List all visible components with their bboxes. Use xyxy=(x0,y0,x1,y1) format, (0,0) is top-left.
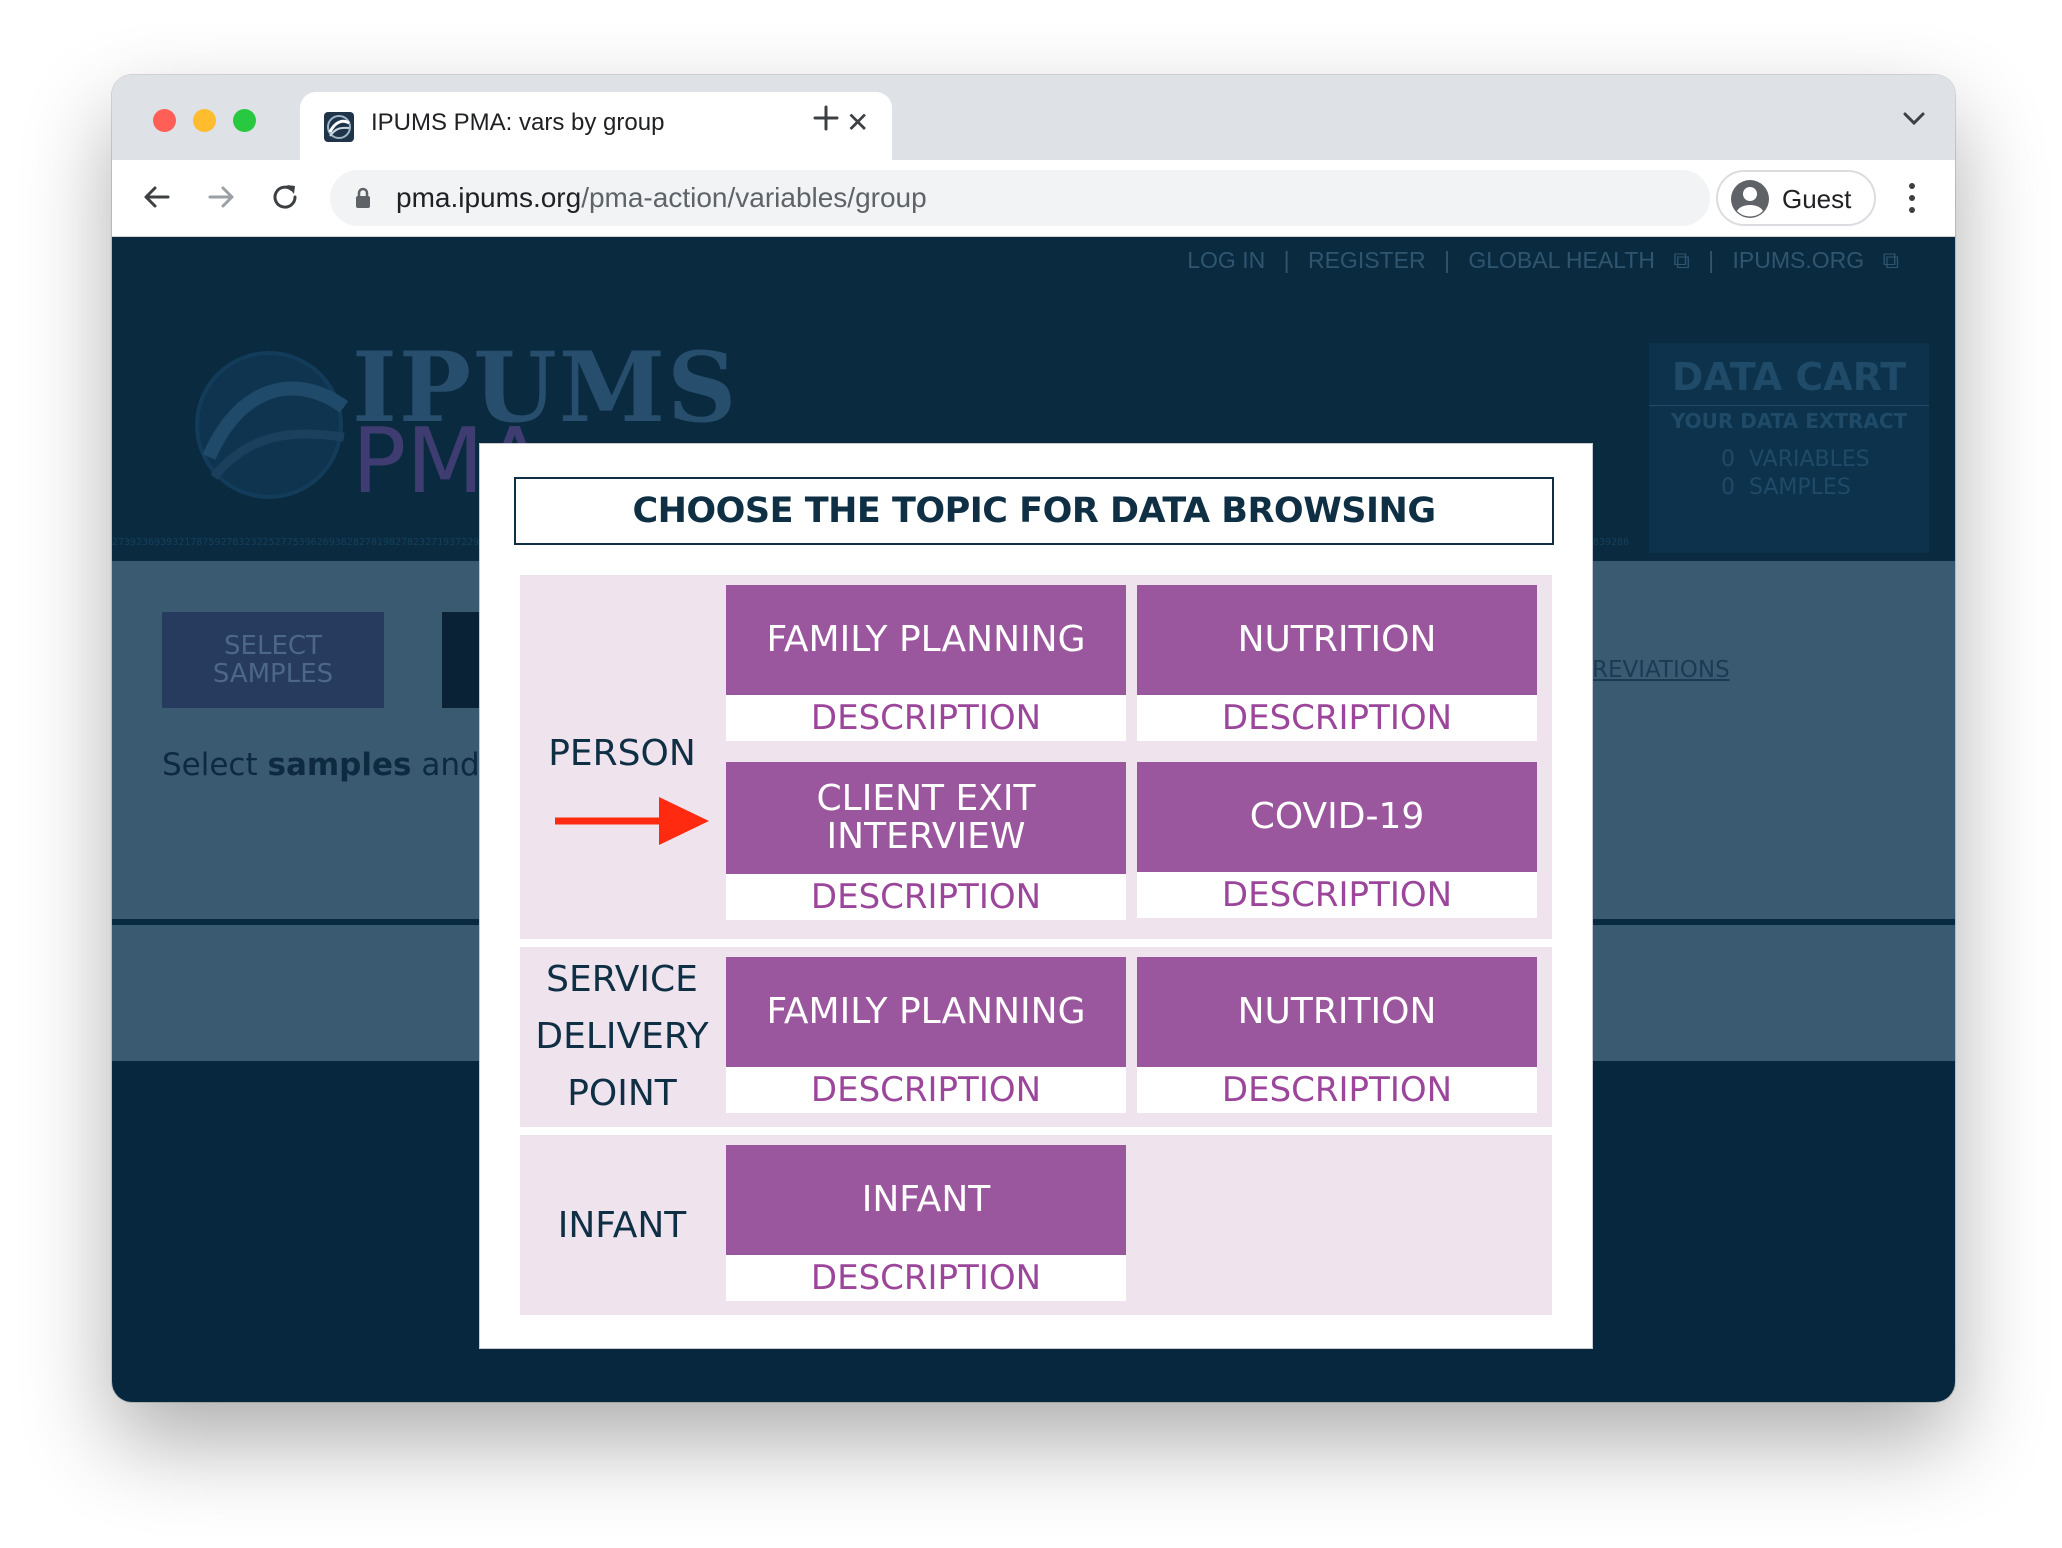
description-link[interactable]: DESCRIPTION xyxy=(726,1067,1126,1113)
tile-person-covid-19[interactable]: COVID-19 DESCRIPTION xyxy=(1137,762,1537,918)
ipums-favicon-icon xyxy=(324,112,354,142)
browser-tab[interactable]: IPUMS PMA: vars by group ✕ xyxy=(300,92,892,160)
tile-sdp-family-planning[interactable]: FAMILY PLANNING DESCRIPTION xyxy=(726,957,1126,1113)
data-cart-title: DATA CART xyxy=(1671,355,1907,399)
description-link[interactable]: DESCRIPTION xyxy=(1137,695,1537,741)
tile-label[interactable]: NUTRITION xyxy=(1137,957,1537,1067)
address-bar[interactable]: pma.ipums.org/pma-action/variables/group xyxy=(330,170,1710,226)
url-path: /pma-action/variables/group xyxy=(581,182,927,213)
tile-sdp-nutrition[interactable]: NUTRITION DESCRIPTION xyxy=(1137,957,1537,1113)
tile-person-nutrition[interactable]: NUTRITION DESCRIPTION xyxy=(1137,585,1537,741)
select-instructions: Select samples and va xyxy=(162,747,531,783)
tile-label[interactable]: NUTRITION xyxy=(1137,585,1537,695)
profile-label: Guest xyxy=(1782,184,1852,214)
group-label-service-delivery-point: SERVICE DELIVERY POINT xyxy=(535,959,709,1114)
select-text-prefix: Select xyxy=(162,747,268,783)
tab-strip: IPUMS PMA: vars by group ✕ xyxy=(112,75,1955,160)
minimize-window-button[interactable] xyxy=(193,109,216,132)
tab-title: IPUMS PMA: vars by group xyxy=(371,109,665,136)
data-cart[interactable]: DATA CART YOUR DATA EXTRACT 0 VARIABLES … xyxy=(1649,343,1929,553)
account-icon xyxy=(1731,180,1769,218)
tab-search-chevron-icon[interactable] xyxy=(1902,111,1926,127)
tile-person-family-planning[interactable]: FAMILY PLANNING DESCRIPTION xyxy=(726,585,1126,741)
new-tab-plus-icon[interactable] xyxy=(809,101,843,135)
nav-separator: | xyxy=(1708,247,1715,273)
nav-separator: | xyxy=(1443,247,1450,273)
global-health-link[interactable]: GLOBAL HEALTH xyxy=(1468,247,1655,273)
tile-label[interactable]: CLIENT EXIT INTERVIEW xyxy=(726,762,1126,874)
tile-label[interactable]: COVID-19 xyxy=(1137,762,1537,872)
samples-count: 0 xyxy=(1721,475,1735,500)
description-link[interactable]: DESCRIPTION xyxy=(1137,1067,1537,1113)
login-link[interactable]: LOG IN xyxy=(1187,247,1265,273)
reload-icon[interactable] xyxy=(268,180,302,214)
external-link-icon: ⧉ xyxy=(1673,247,1690,273)
nav-separator: | xyxy=(1283,247,1290,273)
url-host: pma.ipums.org xyxy=(396,182,582,213)
description-link[interactable]: DESCRIPTION xyxy=(726,1255,1126,1301)
forward-arrow-icon[interactable] xyxy=(204,180,238,214)
samples-label: SAMPLES xyxy=(1749,475,1851,500)
data-cart-divider xyxy=(1649,405,1929,406)
group-infant: INFANT INFANT DESCRIPTION xyxy=(520,1135,1552,1315)
utility-nav: LOG IN | REGISTER | GLOBAL HEALTH ⧉ | IP… xyxy=(1181,247,1905,274)
abbreviations-link[interactable]: REVIATIONS xyxy=(1592,657,1730,683)
group-label-person: PERSON xyxy=(548,733,696,774)
browser-toolbar: pma.ipums.org/pma-action/variables/group… xyxy=(112,160,1955,237)
profile-button[interactable]: Guest xyxy=(1716,170,1876,226)
tile-label[interactable]: FAMILY PLANNING xyxy=(726,957,1126,1067)
page-viewport: LOG IN | REGISTER | GLOBAL HEALTH ⧉ | IP… xyxy=(112,237,1955,1402)
select-text-mid: and xyxy=(411,747,490,783)
group-person: PERSON FAMILY PLANNING DESCRIPTION NUTRI… xyxy=(520,575,1552,939)
select-text-samples: samples xyxy=(267,747,412,783)
description-link[interactable]: DESCRIPTION xyxy=(1137,872,1537,918)
group-service-delivery-point: SERVICE DELIVERY POINT FAMILY PLANNING D… xyxy=(520,947,1552,1127)
select-samples-button[interactable]: SELECT SAMPLES xyxy=(162,612,384,708)
close-window-button[interactable] xyxy=(153,109,176,132)
description-link[interactable]: DESCRIPTION xyxy=(726,695,1126,741)
browser-window: IPUMS PMA: vars by group ✕ pma.ipums.org… xyxy=(112,75,1955,1402)
url-text[interactable]: pma.ipums.org/pma-action/variables/group xyxy=(396,182,927,214)
tile-label[interactable]: INFANT xyxy=(726,1145,1126,1255)
group-label-infant: INFANT xyxy=(557,1205,687,1246)
tile-label[interactable]: FAMILY PLANNING xyxy=(726,585,1126,695)
ipums-org-link[interactable]: IPUMS.ORG xyxy=(1733,247,1865,273)
data-cart-samples: 0 SAMPLES xyxy=(1721,475,1851,500)
register-link[interactable]: REGISTER xyxy=(1308,247,1426,273)
lock-icon[interactable] xyxy=(354,186,372,210)
data-cart-subtitle: YOUR DATA EXTRACT xyxy=(1670,409,1908,433)
annotation-red-arrow-icon xyxy=(555,797,709,845)
topic-modal: CHOOSE THE TOPIC FOR DATA BROWSING PERSO… xyxy=(480,444,1592,1348)
maximize-window-button[interactable] xyxy=(233,109,256,132)
tab-close-icon[interactable]: ✕ xyxy=(846,106,869,139)
back-arrow-icon[interactable] xyxy=(140,180,174,214)
select-variables-button[interactable] xyxy=(442,612,482,708)
variables-count: 0 xyxy=(1721,447,1735,472)
modal-title: CHOOSE THE TOPIC FOR DATA BROWSING xyxy=(514,477,1554,545)
kebab-menu-icon[interactable] xyxy=(1902,178,1922,218)
description-link[interactable]: DESCRIPTION xyxy=(726,874,1126,920)
external-link-icon: ⧉ xyxy=(1882,247,1899,273)
tile-infant[interactable]: INFANT DESCRIPTION xyxy=(726,1145,1126,1301)
variables-label: VARIABLES xyxy=(1749,447,1870,472)
tile-person-client-exit-interview[interactable]: CLIENT EXIT INTERVIEW DESCRIPTION xyxy=(726,762,1126,920)
data-cart-variables: 0 VARIABLES xyxy=(1721,447,1870,472)
